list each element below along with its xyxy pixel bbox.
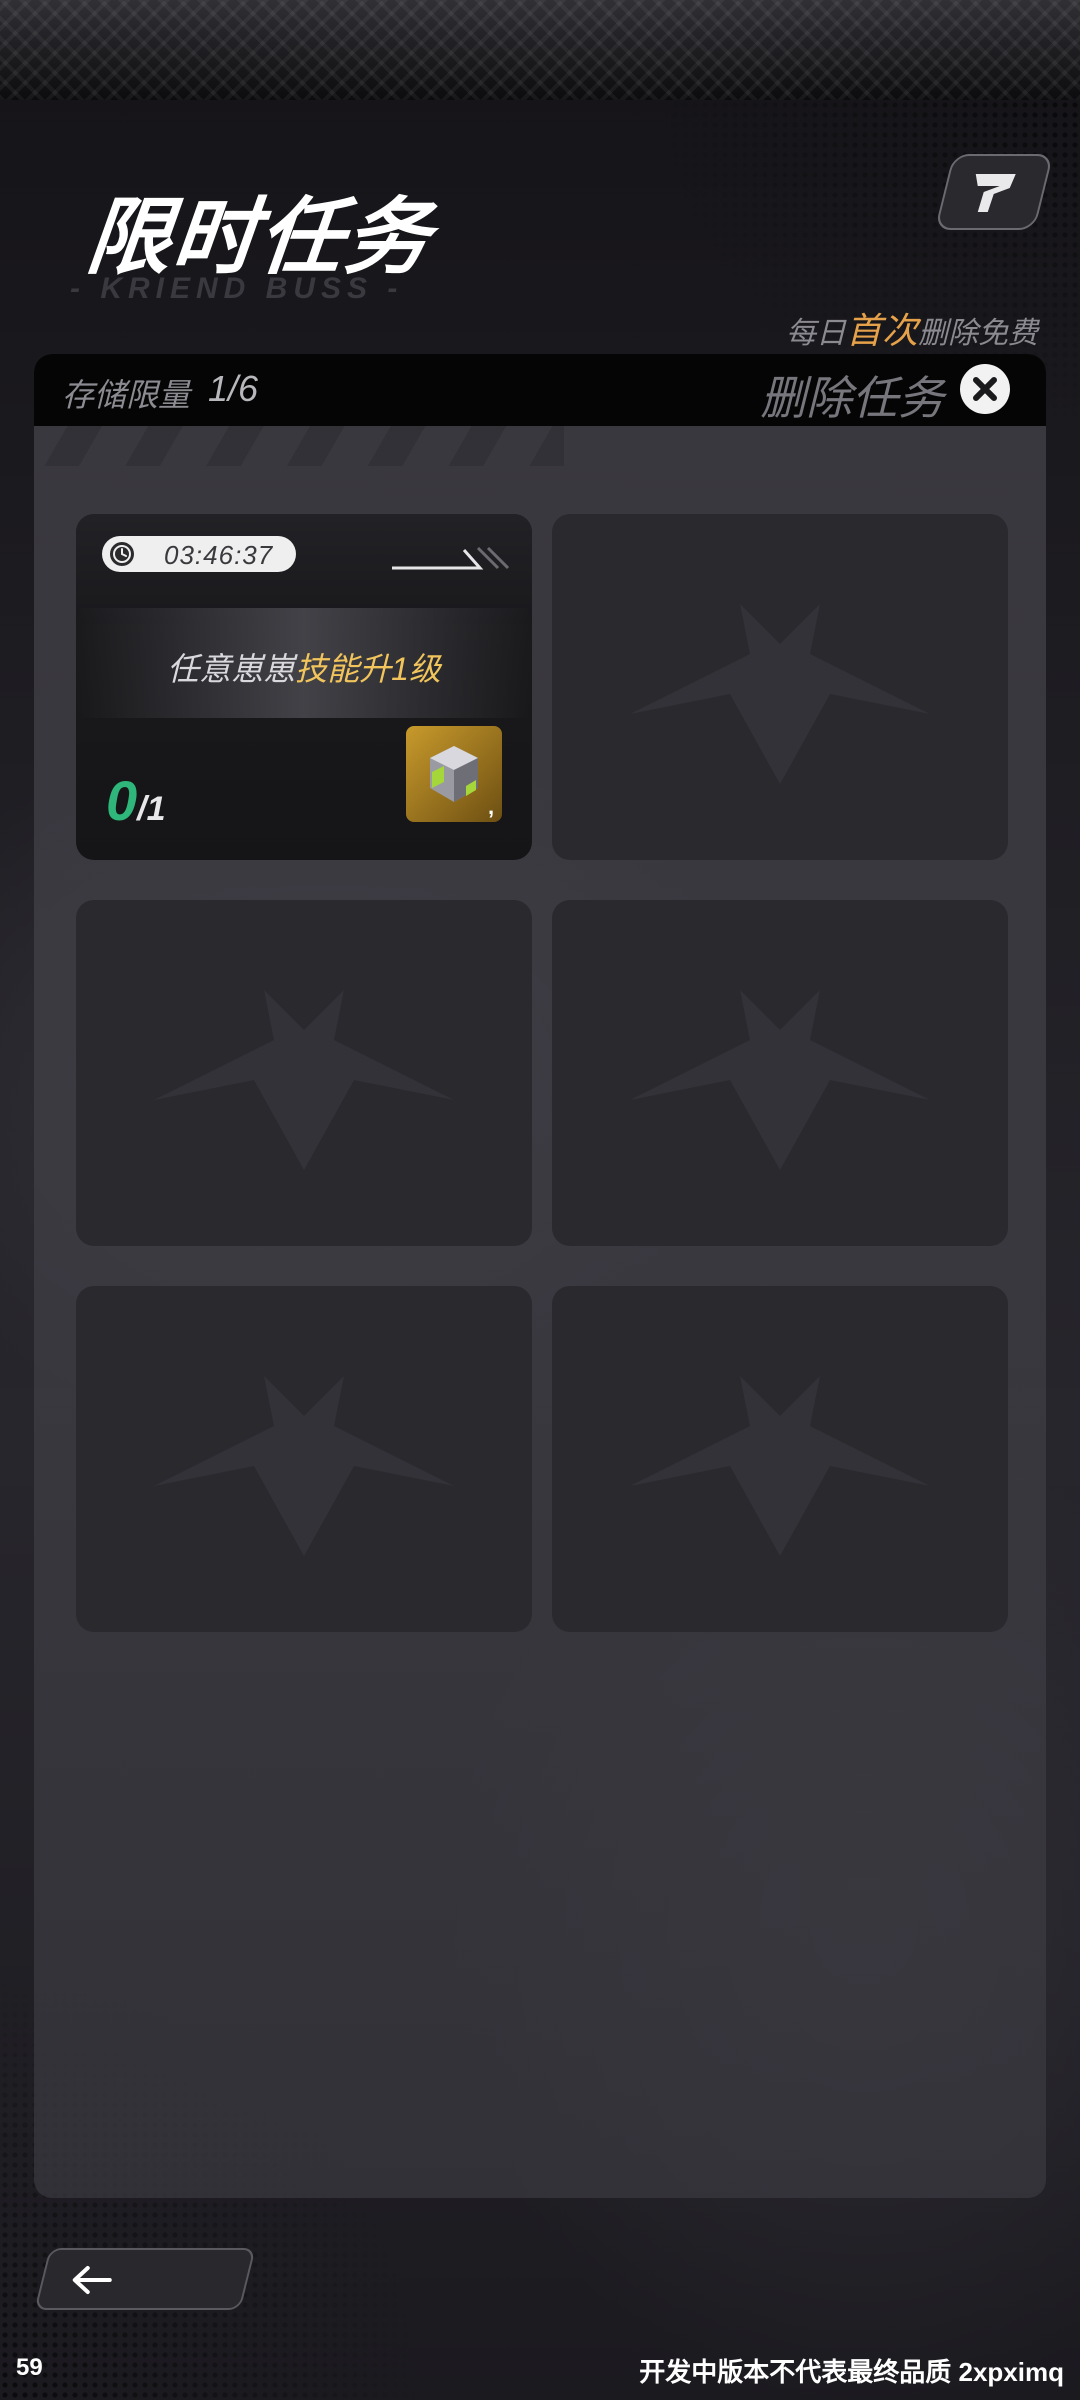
page-subtitle: - KRIEND BUSS -	[70, 272, 404, 305]
free-note-suffix: 删除免费	[918, 317, 1038, 350]
progress-separator: /	[137, 790, 147, 828]
header-decoration	[44, 426, 564, 466]
task-card[interactable]: 03:46:37 任意崽崽技能升1级 0/1 ,	[76, 514, 532, 860]
emblem-watermark-icon	[630, 604, 930, 784]
top-band	[0, 0, 1080, 100]
progress-current: 0	[106, 769, 138, 832]
emblem-watermark-icon	[154, 990, 454, 1170]
build-notice: 开发中版本不代表最终品质 2xpximq	[639, 2357, 1064, 2387]
mission-prefix: 任意崽崽	[167, 651, 296, 687]
card-decoration	[392, 546, 510, 570]
back-button[interactable]	[34, 2248, 256, 2310]
empty-task-slot	[76, 900, 532, 1246]
storage-value: 1/6	[208, 368, 259, 409]
timer-text: 03:46:37	[164, 540, 274, 570]
brand-button[interactable]	[934, 154, 1054, 230]
free-note-highlight: 首次	[845, 310, 918, 351]
panel-header: 存储限量 1/6 删除任务	[34, 354, 1046, 426]
empty-task-slot	[76, 1286, 532, 1632]
close-button[interactable]	[960, 364, 1010, 414]
storage-label: 存储限量	[62, 377, 191, 413]
progress-total: 1	[146, 790, 166, 828]
task-progress: 0/1	[106, 768, 166, 833]
close-icon	[973, 377, 997, 401]
daily-free-note: 每日首次删除免费	[786, 302, 1038, 354]
empty-task-slot	[552, 514, 1008, 860]
delete-task-button[interactable]: 删除任务	[760, 362, 944, 428]
mission-highlight: 技能升1级	[295, 651, 441, 687]
timer-badge: 03:46:37	[102, 536, 296, 572]
back-arrow-icon	[72, 2266, 112, 2294]
mission-text: 任意崽崽技能升1级	[76, 644, 532, 690]
free-note-prefix: 每日	[785, 317, 846, 350]
empty-task-slot	[552, 900, 1008, 1246]
emblem-watermark-icon	[630, 990, 930, 1170]
empty-task-slot	[552, 1286, 1008, 1632]
fps-counter: 59	[16, 2354, 43, 2381]
task-panel: 存储限量 1/6 删除任务 03:46:37 任意崽崽技能升1级 0/1 ,	[34, 354, 1046, 2198]
reward-item[interactable]: ,	[406, 726, 502, 822]
reward-cube-icon	[430, 746, 478, 802]
brand-logo-icon	[975, 174, 1016, 212]
emblem-watermark-icon	[154, 1376, 454, 1556]
timer-icon	[110, 542, 134, 566]
reward-count: ,	[488, 794, 495, 819]
emblem-watermark-icon	[630, 1376, 930, 1556]
